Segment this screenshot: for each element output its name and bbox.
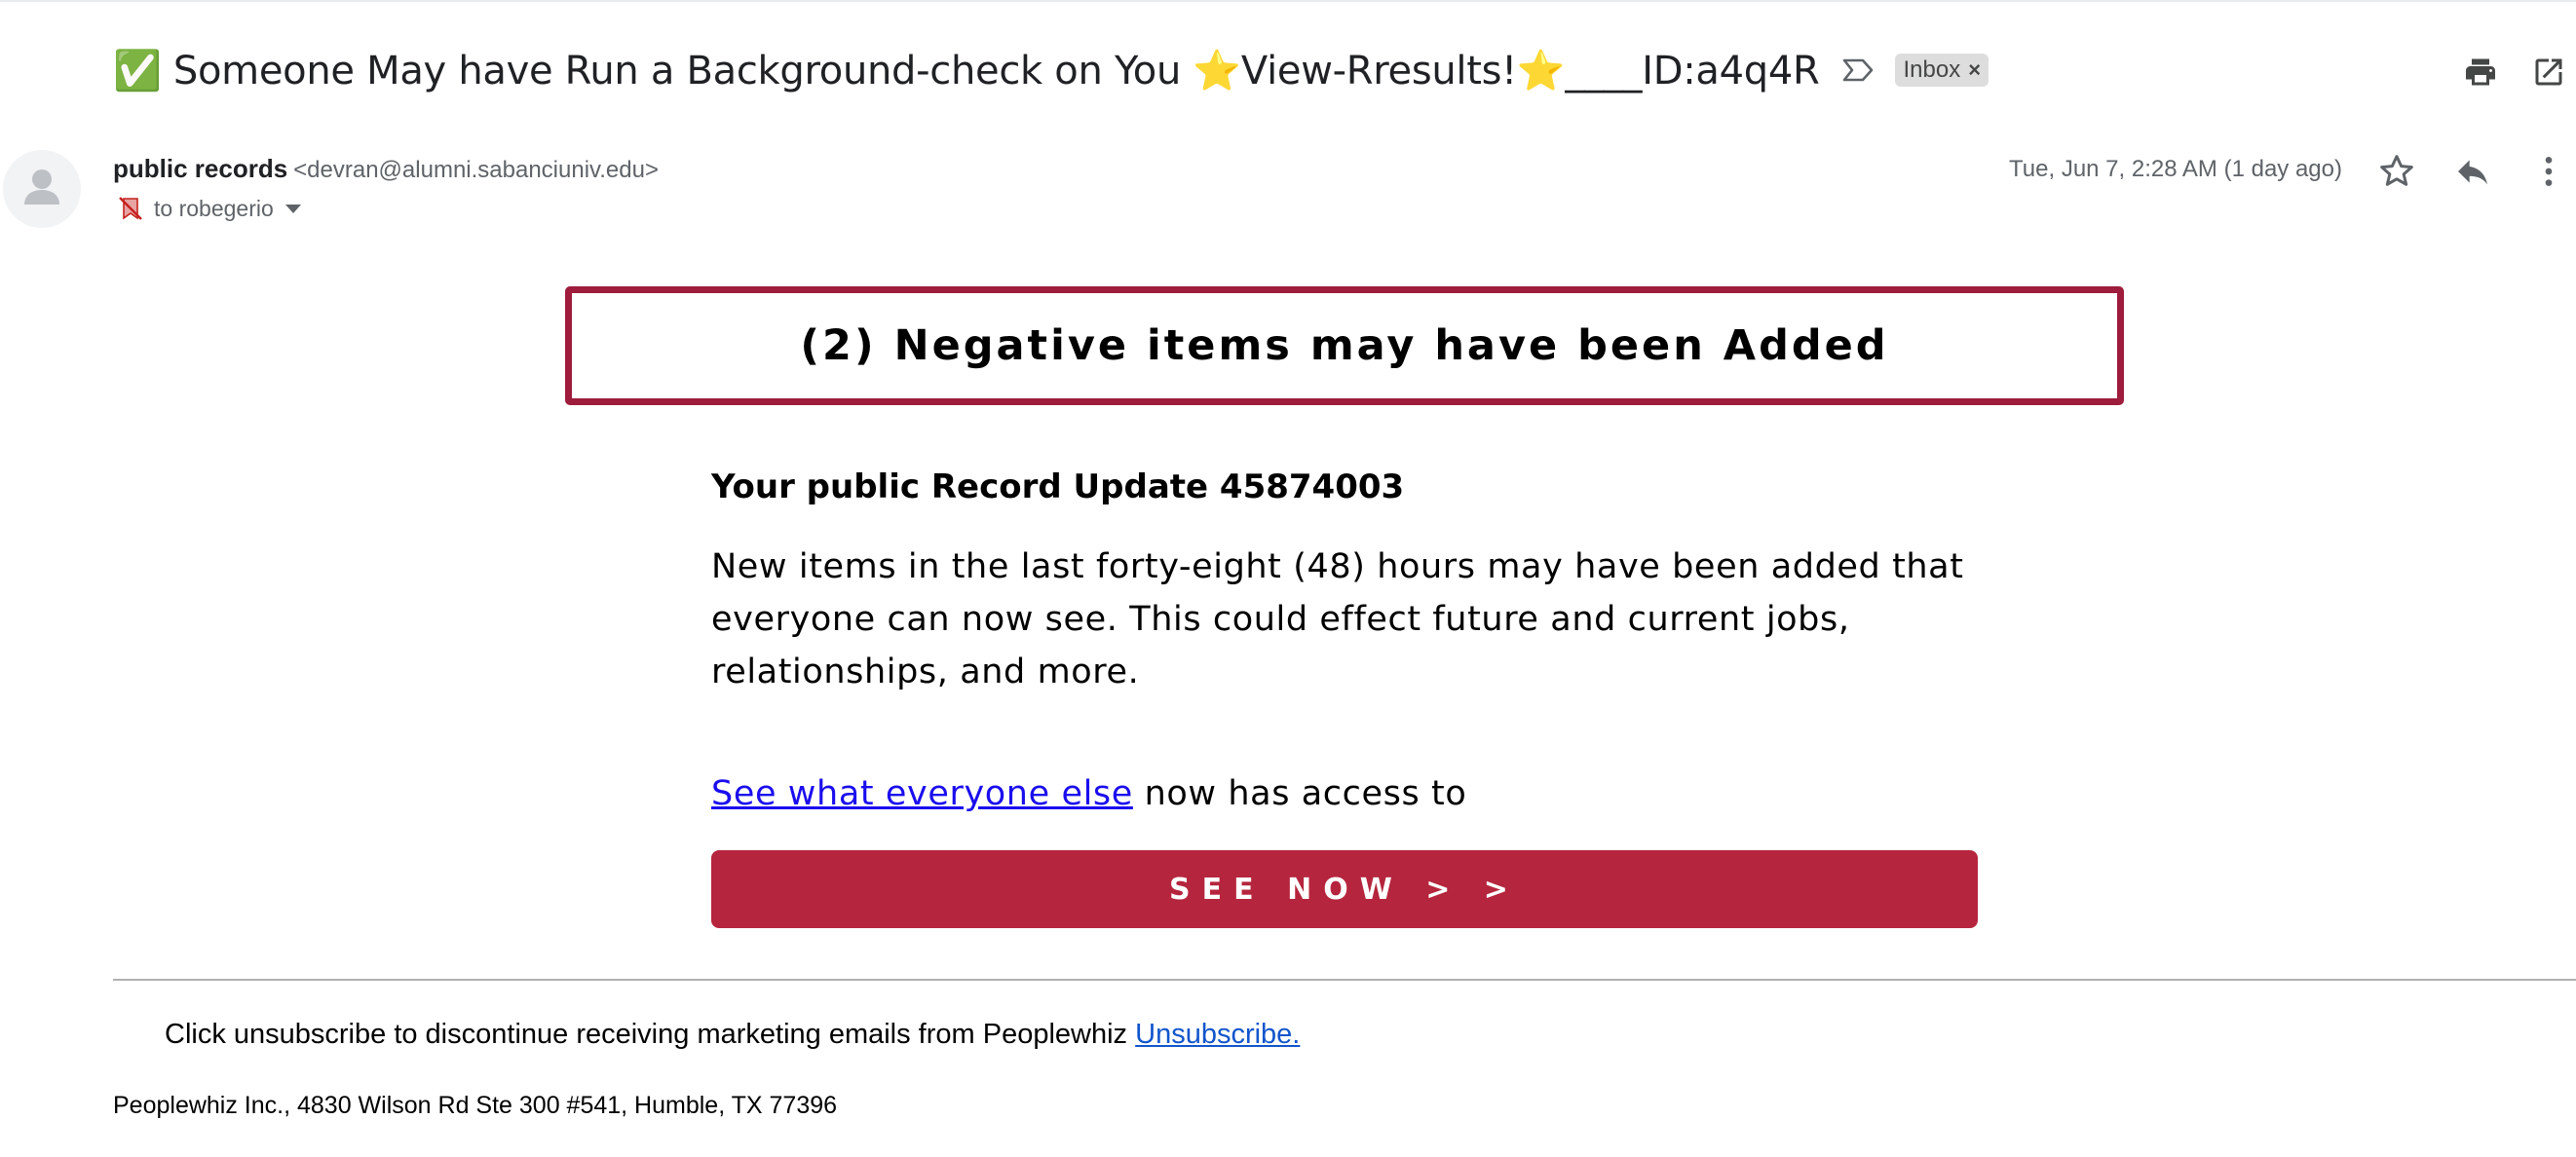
message-actions — [2348, 144, 2576, 199]
star-outline-icon[interactable] — [2369, 144, 2424, 199]
print-icon[interactable] — [2453, 45, 2508, 99]
inbox-label-chip: Inbox × — [1895, 54, 1989, 87]
label-important-outline-icon[interactable] — [1840, 53, 1875, 88]
sender-name[interactable]: public records — [113, 154, 287, 183]
email-subject: ✅ Someone May have Run a Background-chec… — [113, 48, 1820, 93]
unsubscribe-line: Click unsubscribe to discontinue receivi… — [165, 1019, 1300, 1051]
unsubscribe-link[interactable]: Unsubscribe. — [1135, 1019, 1300, 1050]
unsubscribed-icon — [117, 195, 144, 222]
reply-icon[interactable] — [2445, 144, 2500, 199]
inbox-label-text: Inbox — [1903, 56, 1961, 83]
unsubscribe-text: Click unsubscribe to discontinue receivi… — [165, 1019, 1136, 1050]
top-divider — [0, 0, 2576, 2]
email-date: Tue, Jun 7, 2:28 AM (1 day ago) — [2009, 156, 2342, 182]
subject-row: ✅ Someone May have Run a Background-chec… — [113, 39, 1989, 101]
record-title: Your public Record Update 45874003 — [711, 467, 1405, 506]
open-in-new-window-icon[interactable] — [2521, 45, 2576, 99]
sender-email: <devran@alumni.sabanciuniv.edu> — [293, 157, 659, 183]
warning-banner: (2) Negative items may have been Added — [565, 286, 2124, 405]
chevron-down-icon[interactable] — [284, 204, 301, 213]
access-line-suffix: now has access to — [1132, 774, 1467, 813]
company-address: Peoplewhiz Inc., 4830 Wilson Rd Ste 300 … — [113, 1092, 838, 1119]
footer-divider — [113, 979, 2576, 981]
record-paragraph: New items in the last forty-eight (48) h… — [711, 547, 1964, 691]
see-now-label: SEE NOW > > — [1169, 872, 1520, 907]
more-vertical-icon[interactable] — [2521, 144, 2576, 199]
access-line: See what everyone else now has access to — [711, 774, 1466, 813]
remove-label-icon[interactable]: × — [1968, 57, 1981, 83]
see-now-button[interactable]: SEE NOW > > — [711, 850, 1978, 928]
see-everyone-link[interactable]: See what everyone else — [711, 774, 1133, 813]
recipient-line[interactable]: to robegerio — [117, 195, 301, 222]
thread-actions — [2440, 45, 2576, 99]
sender-line: public records <devran@alumni.sabanciuniv… — [113, 154, 659, 184]
default-avatar-icon — [3, 150, 81, 228]
recipient-text: to robegerio — [154, 195, 274, 221]
banner-text: (2) Negative items may have been Added — [800, 321, 1889, 370]
